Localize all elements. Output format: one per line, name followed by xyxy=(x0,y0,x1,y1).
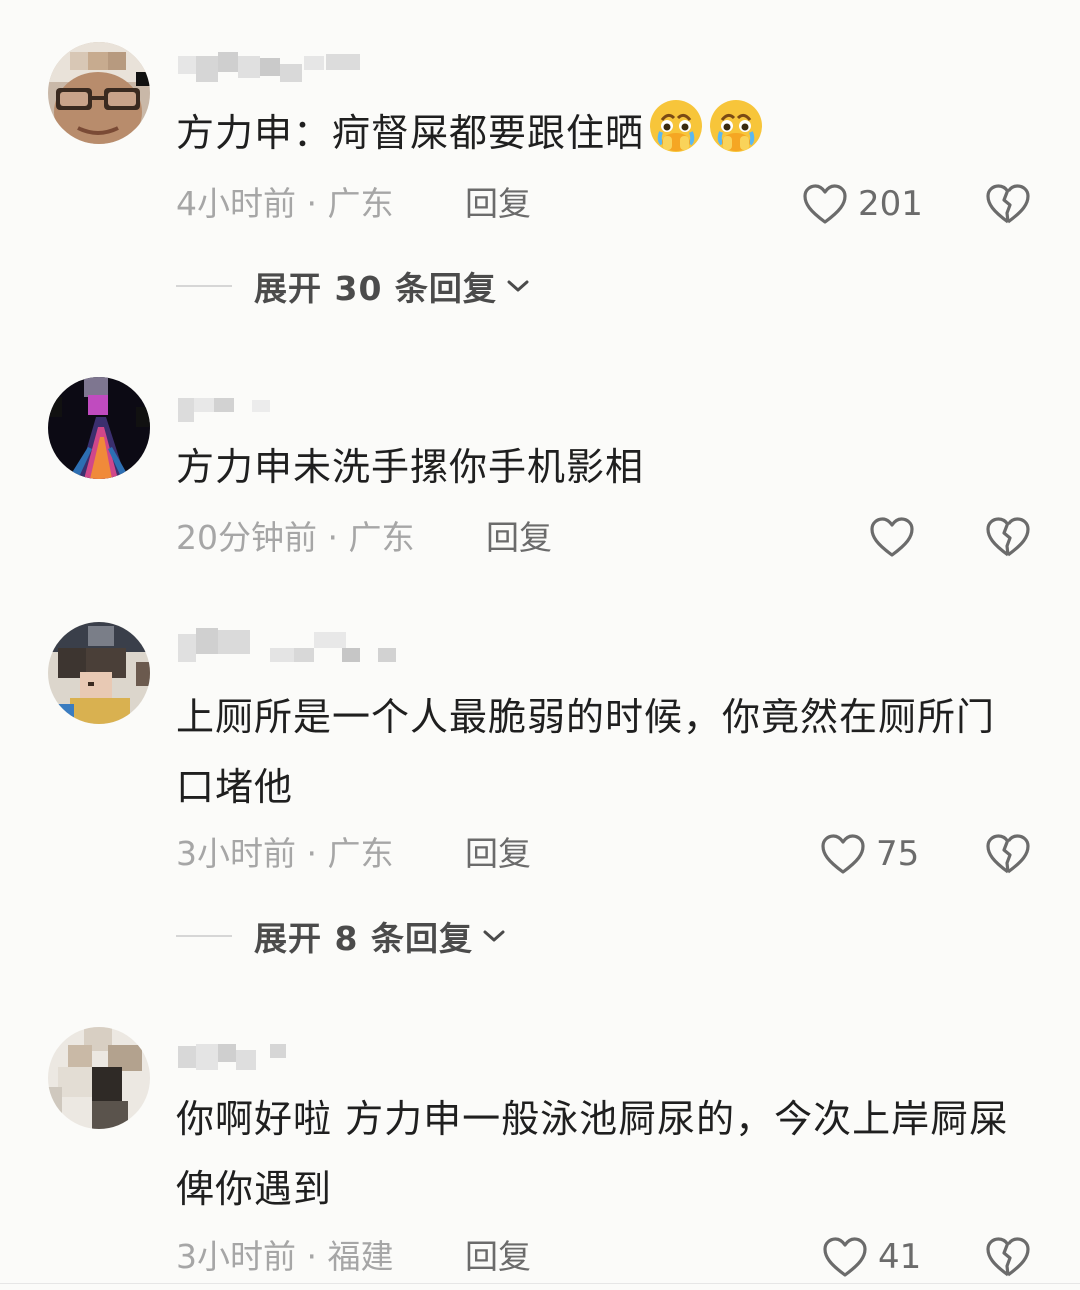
comment-text: 你啊好啦 方力申一般泳池屙尿的，今次上岸屙屎俾你遇到 xyxy=(176,1097,1009,1211)
reply-button[interactable]: 回复 xyxy=(465,184,531,224)
heart-outline-icon xyxy=(870,517,914,557)
avatar[interactable] xyxy=(48,622,150,724)
like-count: 201 xyxy=(858,184,923,224)
expand-replies-button[interactable]: 展开 8 条回复 xyxy=(176,912,507,960)
reply-button[interactable]: 回复 xyxy=(465,1237,531,1277)
like-button[interactable] xyxy=(869,515,915,559)
like-button[interactable]: 41 xyxy=(822,1235,921,1279)
chevron-down-icon xyxy=(507,280,529,292)
divider xyxy=(176,935,232,937)
comment-text: 上厕所是一个人最脆弱的时候，你竟然在厕所门口堵他 xyxy=(176,695,996,809)
avatar[interactable] xyxy=(48,42,150,144)
chevron-down-icon xyxy=(483,930,505,942)
comment-time-location: 4小时前 · 广东 xyxy=(176,184,394,223)
crying-face-icon xyxy=(648,98,704,176)
comment-time-location: 20分钟前 · 广东 xyxy=(176,518,415,557)
comment-time-location: 3小时前 · 福建 xyxy=(176,1237,394,1276)
broken-heart-icon[interactable] xyxy=(985,832,1031,876)
like-button[interactable]: 75 xyxy=(820,832,919,876)
username-redacted[interactable] xyxy=(178,394,278,428)
expand-replies-label: 展开 8 条回复 xyxy=(254,919,473,958)
expand-replies-label: 展开 30 条回复 xyxy=(254,269,497,308)
crying-face-icon xyxy=(708,98,764,176)
reply-button[interactable]: 回复 xyxy=(486,518,552,558)
username-redacted[interactable] xyxy=(178,628,408,662)
bottom-divider xyxy=(0,1283,1080,1284)
avatar[interactable] xyxy=(48,1027,150,1129)
avatar[interactable] xyxy=(48,377,150,479)
heart-outline-icon xyxy=(823,1237,867,1277)
broken-heart-icon[interactable] xyxy=(985,1235,1031,1279)
comment-text: 方力申未洗手摞你手机影相 xyxy=(176,445,645,489)
expand-replies-button[interactable]: 展开 30 条回复 xyxy=(176,262,531,310)
broken-heart-icon[interactable] xyxy=(985,182,1031,226)
like-button[interactable]: 201 xyxy=(802,182,923,226)
heart-outline-icon xyxy=(821,834,865,874)
divider xyxy=(176,285,232,287)
like-count: 75 xyxy=(876,834,920,874)
reply-button[interactable]: 回复 xyxy=(465,834,531,874)
heart-outline-icon xyxy=(803,184,847,224)
comment-text: 方力申：疴督屎都要跟住晒 xyxy=(176,98,1030,176)
broken-heart-icon[interactable] xyxy=(985,515,1031,559)
username-redacted[interactable] xyxy=(178,52,378,86)
username-redacted[interactable] xyxy=(178,1040,298,1074)
like-count: 41 xyxy=(878,1237,922,1277)
comment-time-location: 3小时前 · 广东 xyxy=(176,834,394,873)
